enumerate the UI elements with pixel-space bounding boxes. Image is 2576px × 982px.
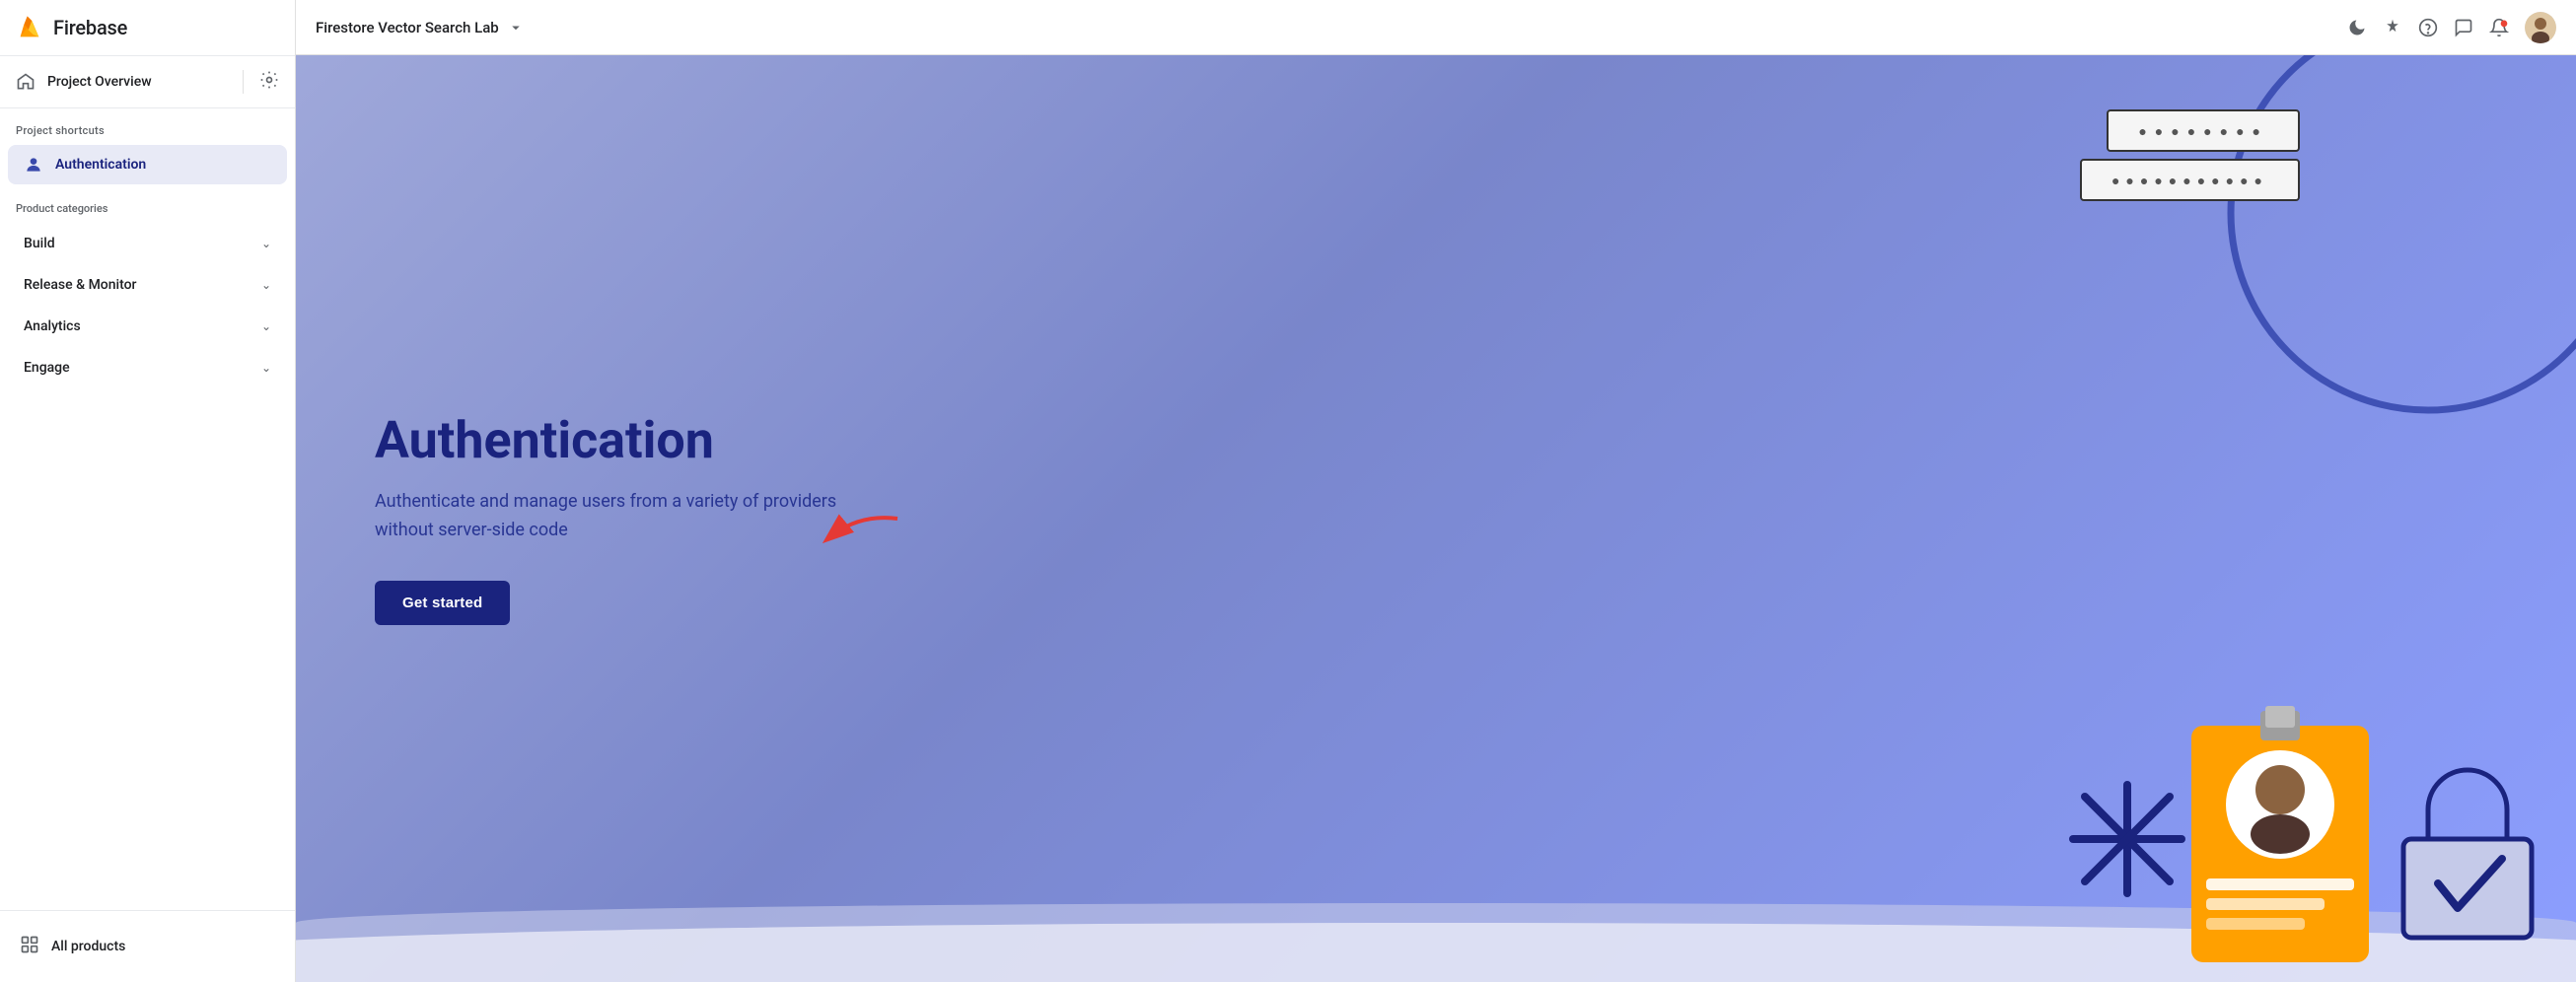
avatar[interactable] (2525, 12, 2556, 43)
chat-icon[interactable] (2454, 18, 2473, 37)
chevron-down-icon: ⌄ (261, 237, 271, 250)
analytics-label: Analytics (24, 318, 81, 334)
chevron-down-icon: ⌄ (261, 278, 271, 292)
help-icon[interactable] (2418, 18, 2438, 37)
hero-title: Authentication (375, 412, 868, 468)
main-content: Firestore Vector Search Lab (296, 0, 2576, 982)
release-monitor-label: Release & Monitor (24, 277, 137, 293)
project-dropdown-icon[interactable] (507, 19, 525, 36)
person-icon (24, 155, 43, 175)
hero-description: Authenticate and manage users from a var… (375, 488, 868, 545)
home-icon (16, 72, 36, 92)
hero-area: Authentication Authenticate and manage u… (296, 55, 2576, 982)
hero-content: Authentication Authenticate and manage u… (375, 412, 868, 625)
password-field-illustration: ●●●●●●●●●●● (2080, 159, 2300, 201)
all-products-item[interactable]: All products (16, 927, 279, 966)
authentication-label: Authentication (55, 157, 146, 173)
grid-icon (20, 935, 39, 958)
vertical-divider (243, 70, 244, 94)
username-field-illustration: ●●●●●●●● (2107, 109, 2300, 152)
hero-illustration: ●●●●●●●● ●●●●●●●●●●● (1094, 55, 2576, 982)
sidebar-header: Firebase (0, 0, 295, 56)
sidebar-item-build[interactable]: Build ⌄ (8, 224, 287, 263)
chevron-down-icon: ⌄ (261, 319, 271, 333)
project-name: Firestore Vector Search Lab (316, 19, 499, 36)
firebase-logo-icon (16, 14, 43, 41)
all-products-label: All products (51, 939, 125, 954)
topbar-right (2347, 12, 2556, 43)
settings-icon[interactable] (259, 70, 279, 94)
asterisk-illustration (2063, 775, 2191, 903)
engage-label: Engage (24, 360, 70, 376)
sparkle-icon[interactable] (2383, 18, 2402, 37)
product-categories-label: Product categories (0, 186, 295, 223)
id-card-illustration (2182, 696, 2379, 972)
arrow-indicator (809, 509, 907, 572)
app-name: Firebase (53, 16, 127, 39)
notification-icon[interactable] (2489, 18, 2509, 37)
sidebar-item-authentication[interactable]: Authentication (8, 145, 287, 184)
sidebar-item-release-monitor[interactable]: Release & Monitor ⌄ (8, 265, 287, 305)
topbar-left: Firestore Vector Search Lab (316, 19, 525, 36)
chevron-down-icon: ⌄ (261, 361, 271, 375)
sidebar-item-analytics[interactable]: Analytics ⌄ (8, 307, 287, 346)
project-overview-row[interactable]: Project Overview (0, 56, 295, 108)
sidebar-item-engage[interactable]: Engage ⌄ (8, 348, 287, 387)
project-shortcuts-label: Project shortcuts (0, 108, 295, 143)
build-label: Build (24, 236, 55, 251)
project-overview-label: Project Overview (47, 74, 227, 90)
sidebar: Firebase Project Overview Project shortc… (0, 0, 296, 982)
topbar: Firestore Vector Search Lab (296, 0, 2576, 55)
get-started-button[interactable]: Get started (375, 581, 510, 625)
dark-mode-icon[interactable] (2347, 18, 2367, 37)
lock-illustration (2389, 765, 2546, 943)
sidebar-footer: All products (0, 910, 295, 982)
